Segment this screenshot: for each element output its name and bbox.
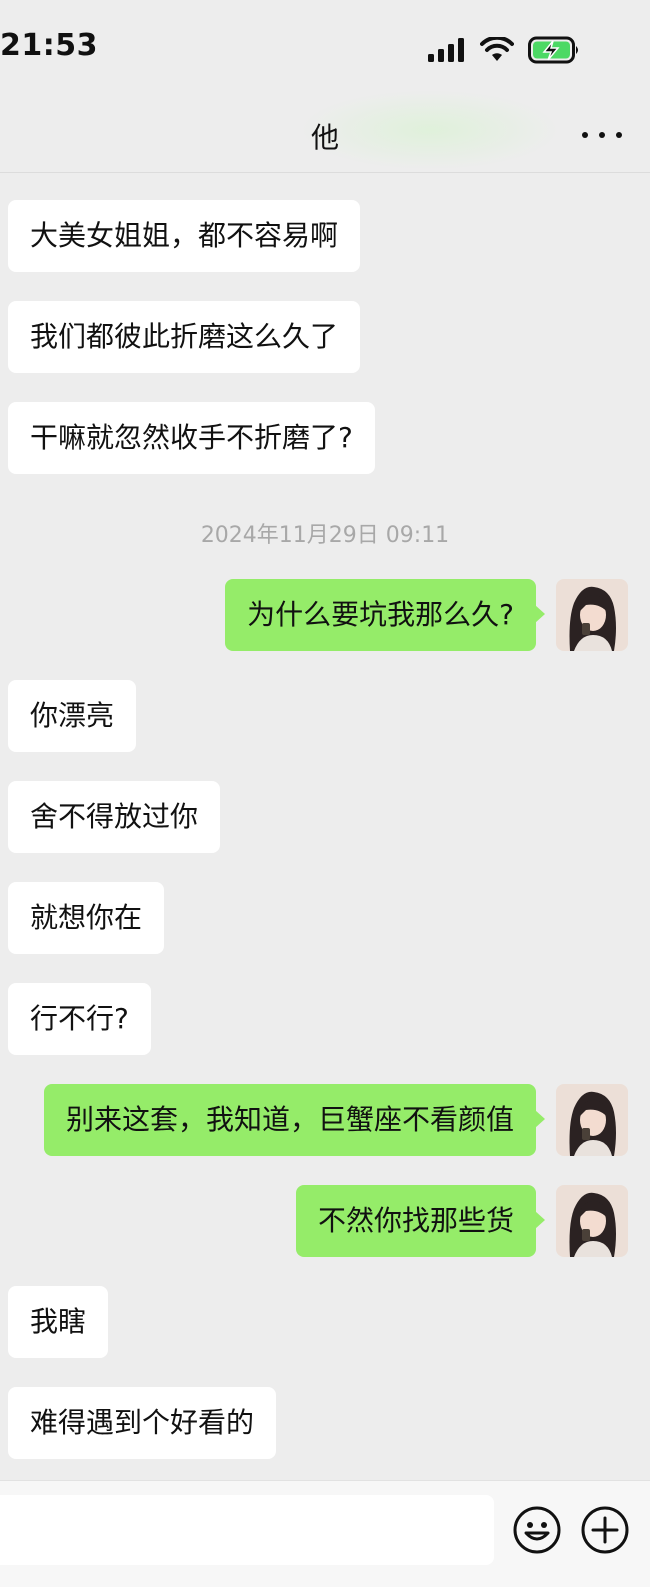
received-message-bubble[interactable]: 就想你在 [8,882,165,954]
input-bar [0,1480,650,1587]
status-time: 21:53 [0,28,98,63]
wifi-icon [480,37,514,61]
message-input[interactable] [0,1495,494,1565]
plus-icon[interactable] [580,1505,630,1555]
message-list[interactable]: 大美女姐姐，都不容易啊 我们都彼此折磨这么久了 干嘛就忽然收手不折磨了? 202… [0,172,650,1480]
received-message-bubble[interactable]: 干嘛就忽然收手不折磨了? [8,402,375,474]
sent-message-bubble[interactable]: 别来这套，我知道，巨蟹座不看颜值 [43,1084,546,1156]
more-dot-icon [599,132,605,138]
received-message-bubble[interactable]: 行不行? [8,983,151,1055]
user-avatar[interactable] [556,1084,628,1156]
received-message-bubble[interactable]: 我们都彼此折磨这么久了 [8,301,361,373]
chat-header: 他 [0,90,650,173]
received-message-bubble[interactable]: 难得遇到个好看的 [8,1387,277,1459]
message-timestamp: 2024年11月29日 09:11 [200,523,450,548]
received-message-bubble[interactable]: 你漂亮 [8,680,137,752]
more-dot-icon [582,132,588,138]
emoji-icon[interactable] [512,1505,562,1555]
user-avatar[interactable] [556,579,628,651]
sent-message-bubble[interactable]: 为什么要坑我那么久? [225,579,545,651]
status-icons [428,36,582,64]
chat-title: 他 [310,121,339,154]
user-avatar[interactable] [556,1185,628,1257]
status-bar: 21:53 [0,0,650,100]
more-options-button[interactable] [582,120,622,150]
battery-charging-icon [528,36,578,64]
signal-icon [428,38,464,62]
received-message-bubble[interactable]: 我瞎 [8,1286,109,1358]
received-message-bubble[interactable]: 舍不得放过你 [8,781,221,853]
sent-message-bubble[interactable]: 不然你找那些货 [295,1185,546,1257]
more-dot-icon [616,132,622,138]
received-message-bubble[interactable]: 大美女姐姐，都不容易啊 [8,200,361,272]
